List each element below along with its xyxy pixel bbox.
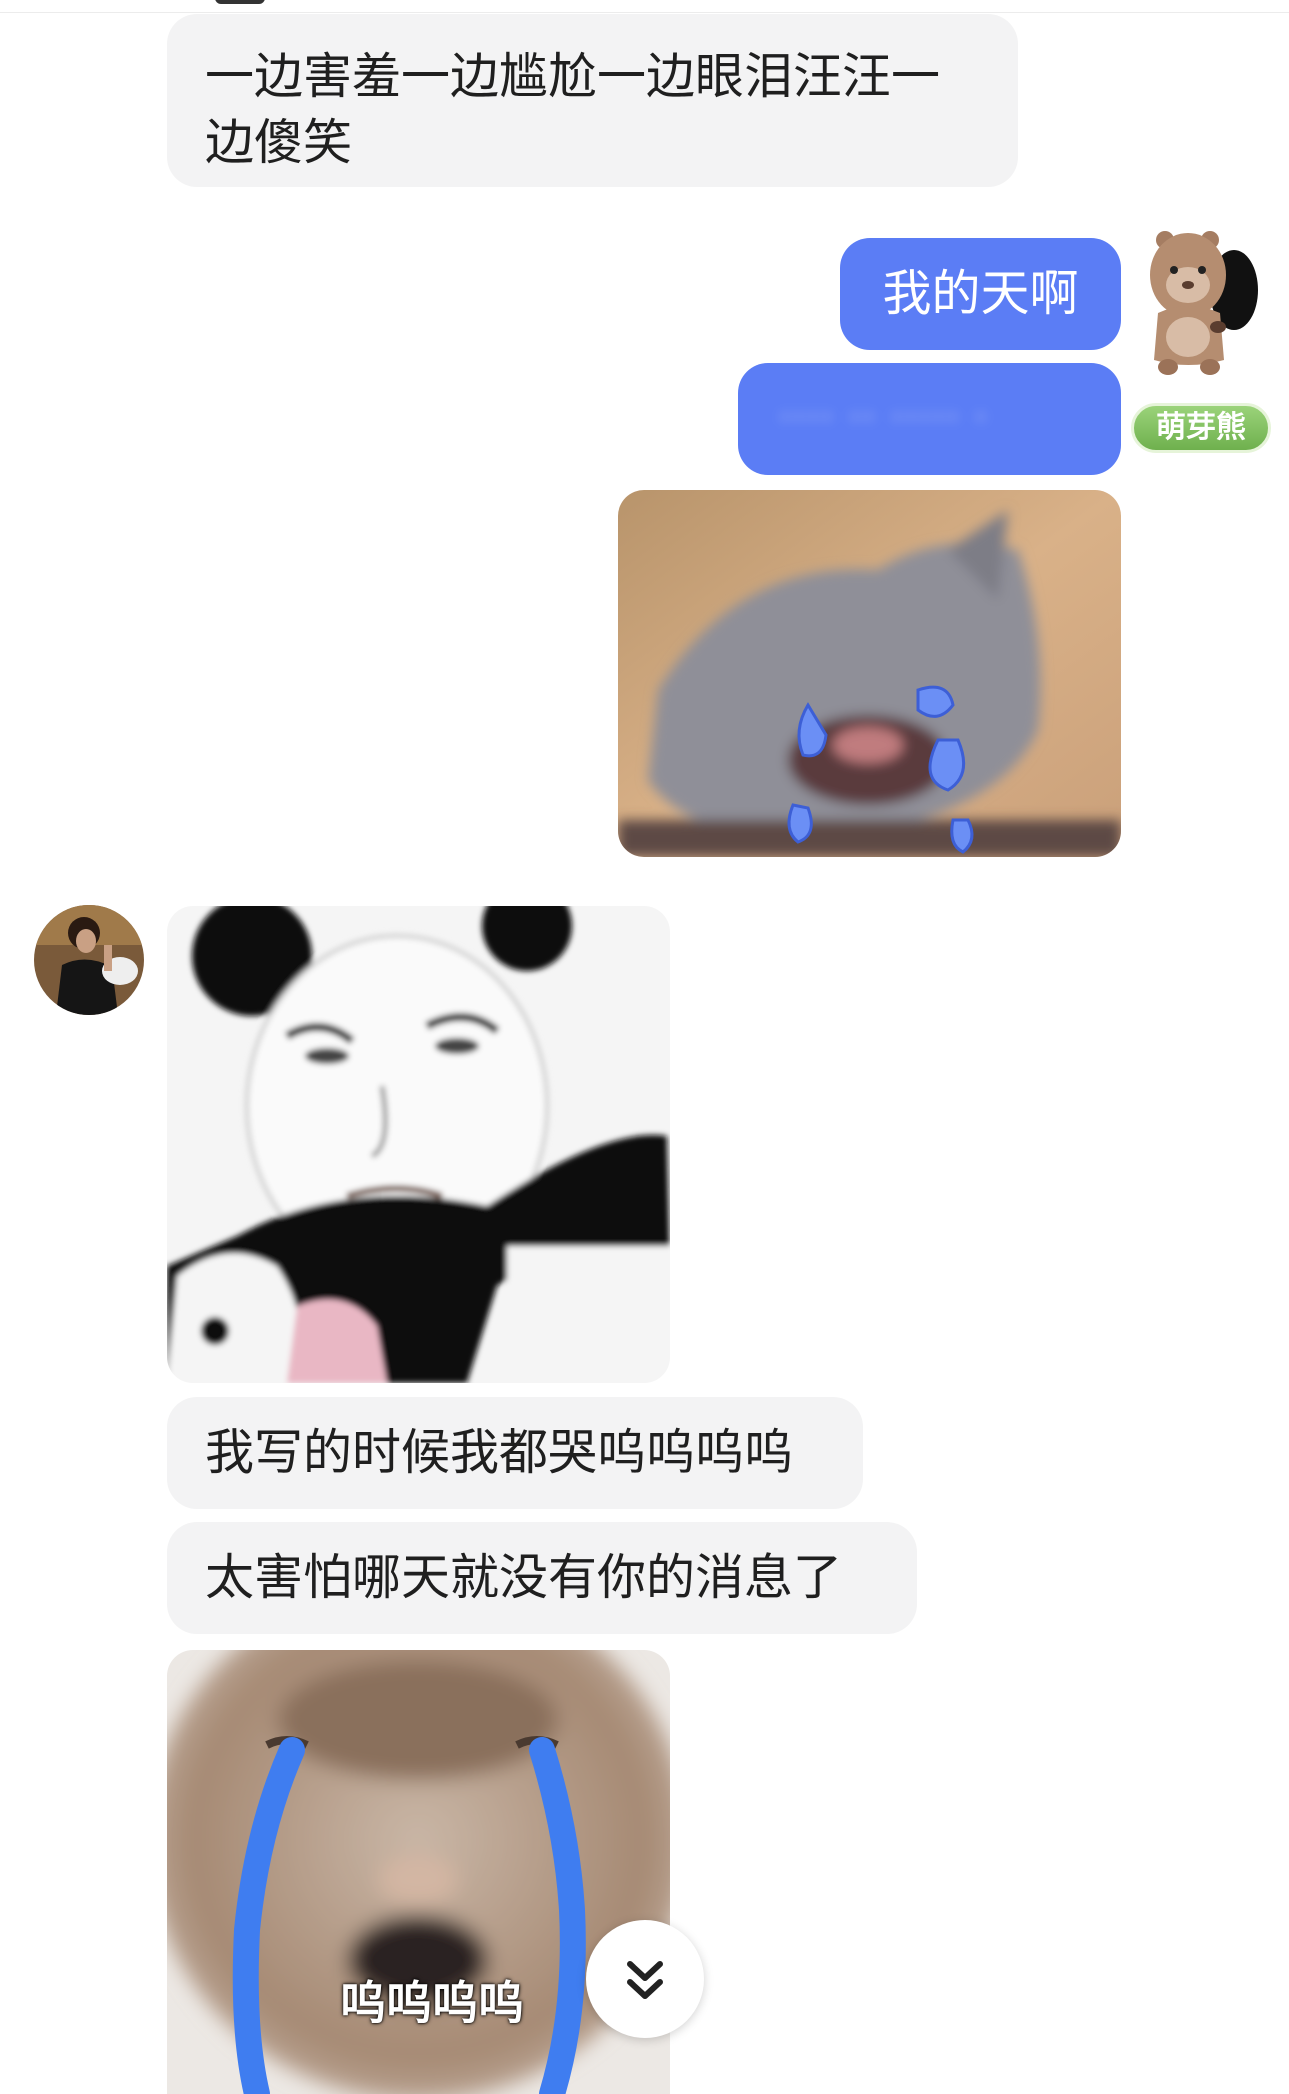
crying-cat-sticker[interactable] xyxy=(618,490,1121,857)
top-edge-avatar-fragment xyxy=(215,0,265,4)
badge-label: 萌芽熊 xyxy=(1131,403,1271,453)
capybara-avatar-icon[interactable] xyxy=(1140,215,1260,385)
incoming-message[interactable]: 我写的时候我都哭呜呜呜呜 xyxy=(167,1397,863,1509)
person-photo-avatar-icon[interactable] xyxy=(34,905,144,1015)
outgoing-message-blurred[interactable]: ···· ·· ····· · xyxy=(738,363,1121,475)
incoming-message[interactable]: 太害怕哪天就没有你的消息了 xyxy=(167,1522,917,1634)
incoming-message[interactable]: 一边害羞一边尴尬一边眼泪汪汪一边傻笑 xyxy=(167,14,1018,187)
panda-face-sticker[interactable] xyxy=(167,906,670,1383)
scroll-to-bottom-button[interactable] xyxy=(586,1920,704,2038)
blurred-text: ···· ·· ····· · xyxy=(778,392,988,443)
double-chevron-down-icon xyxy=(627,1961,663,1999)
outgoing-message[interactable]: 我的天啊 xyxy=(840,238,1121,350)
chat-view: 一边害羞一边尴尬一边眼泪汪汪一边傻笑 我的天啊 ···· ·· ····· · … xyxy=(0,0,1289,2094)
sticker-caption: 呜呜呜呜 xyxy=(340,1976,524,2030)
top-divider xyxy=(0,12,1289,13)
